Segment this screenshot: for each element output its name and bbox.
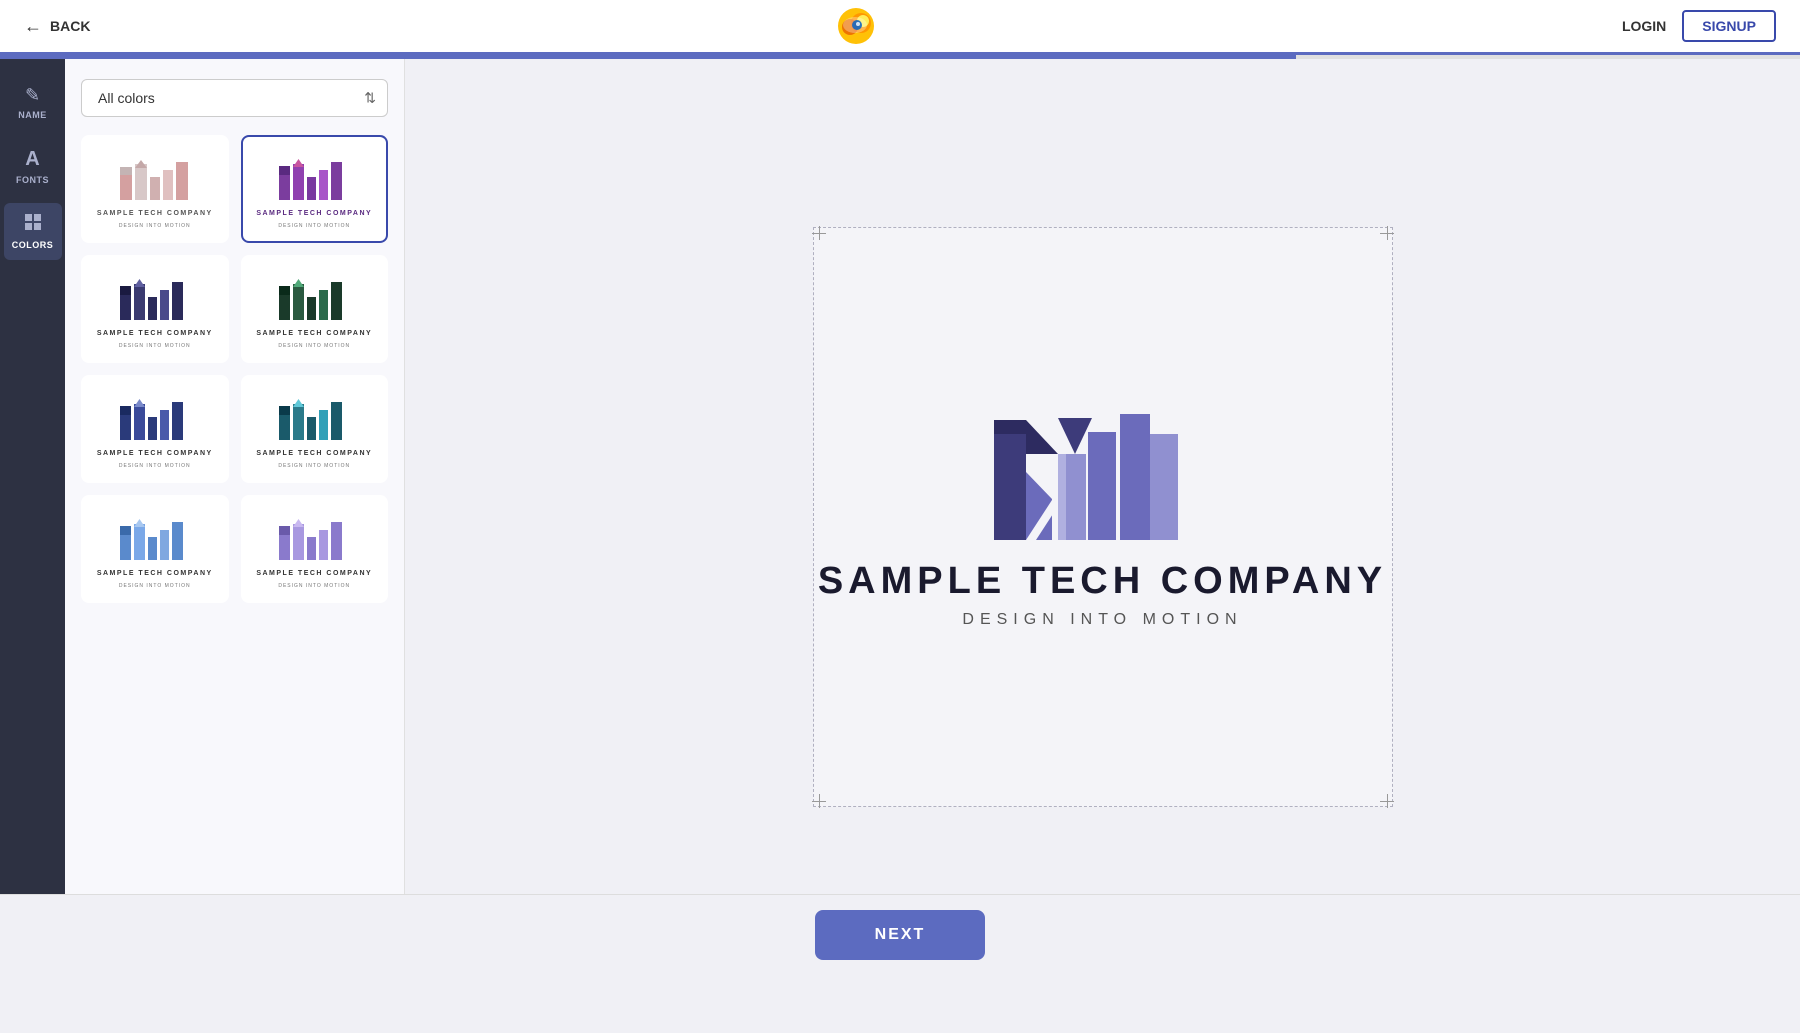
logo-card-7[interactable]: SAMPLE TECH COMPANY DESIGN INTO MOTION: [81, 495, 229, 603]
card-4-name: SAMPLE TECH COMPANY: [256, 330, 372, 337]
logo-icon: [835, 5, 877, 47]
preview-company-name: SAMPLE TECH COMPANY: [818, 560, 1387, 603]
logo-card-8[interactable]: SAMPLE TECH COMPANY DESIGN INTO MOTION: [241, 495, 389, 603]
card-1-name: SAMPLE TECH COMPANY: [97, 210, 213, 217]
corner-tl: [812, 226, 826, 240]
logo-mini-8: [269, 509, 359, 564]
sidebar-item-name[interactable]: ✎ NAME: [4, 75, 62, 130]
card-2-name: SAMPLE TECH COMPANY: [256, 210, 372, 217]
color-filter-select[interactable]: All colors Blue Purple Green Red Teal: [81, 79, 388, 117]
logo-mini-7: [110, 509, 200, 564]
name-icon: ✎: [25, 85, 40, 106]
bottom-bar: NEXT: [0, 894, 1800, 974]
card-3-name: SAMPLE TECH COMPANY: [97, 330, 213, 337]
sidebar-item-fonts-label: FONTS: [16, 175, 49, 185]
left-panel: All colors Blue Purple Green Red Teal: [65, 59, 405, 974]
main-layout: ✎ NAME A FONTS COLORS All colors Blue Pu…: [0, 59, 1800, 974]
logo-card-4[interactable]: SAMPLE TECH COMPANY DESIGN INTO MOTION: [241, 255, 389, 363]
card-3-tagline: DESIGN INTO MOTION: [119, 343, 191, 349]
progress-bar: [0, 55, 1800, 59]
logo-card-5[interactable]: SAMPLE TECH COMPANY DESIGN INTO MOTION: [81, 375, 229, 483]
card-4-tagline: DESIGN INTO MOTION: [278, 343, 350, 349]
logo-mini-1: [110, 149, 200, 204]
next-button[interactable]: NEXT: [815, 910, 986, 960]
logo-grid: SAMPLE TECH COMPANY DESIGN INTO MOTION: [81, 135, 388, 603]
preview-area: SAMPLE TECH COMPANY DESIGN INTO MOTION: [405, 59, 1800, 974]
preview-logo-svg: [992, 404, 1212, 544]
sidebar-item-fonts[interactable]: A FONTS: [4, 138, 62, 195]
logo-mini-6: [269, 389, 359, 444]
app-logo: [835, 5, 877, 47]
logo-card-2[interactable]: SAMPLE TECH COMPANY DESIGN INTO MOTION: [241, 135, 389, 243]
card-8-tagline: DESIGN INTO MOTION: [278, 583, 350, 589]
logo-card-1[interactable]: SAMPLE TECH COMPANY DESIGN INTO MOTION: [81, 135, 229, 243]
login-button[interactable]: LOGIN: [1622, 18, 1666, 34]
logo-mini-4: [269, 269, 359, 324]
logo-card-6[interactable]: SAMPLE TECH COMPANY DESIGN INTO MOTION: [241, 375, 389, 483]
corner-tr: [1380, 226, 1394, 240]
card-1-tagline: DESIGN INTO MOTION: [119, 223, 191, 229]
logo-mini-5: [110, 389, 200, 444]
fonts-icon: A: [25, 148, 39, 171]
preview-canvas: SAMPLE TECH COMPANY DESIGN INTO MOTION: [813, 227, 1393, 807]
back-button[interactable]: ← BACK: [24, 16, 90, 37]
back-label: BACK: [50, 18, 90, 34]
color-filter-wrap: All colors Blue Purple Green Red Teal: [81, 79, 388, 117]
card-6-name: SAMPLE TECH COMPANY: [256, 450, 372, 457]
corner-bl: [812, 794, 826, 808]
signup-button[interactable]: SIGNUP: [1682, 10, 1776, 42]
logo-card-3[interactable]: SAMPLE TECH COMPANY DESIGN INTO MOTION: [81, 255, 229, 363]
sidebar-item-colors-label: COLORS: [12, 240, 54, 250]
sidebar: ✎ NAME A FONTS COLORS: [0, 59, 65, 974]
preview-logo-container: SAMPLE TECH COMPANY DESIGN INTO MOTION: [818, 404, 1387, 629]
preview-tagline: DESIGN INTO MOTION: [962, 611, 1242, 629]
card-5-name: SAMPLE TECH COMPANY: [97, 450, 213, 457]
logo-mini-2: [269, 149, 359, 204]
card-5-tagline: DESIGN INTO MOTION: [119, 463, 191, 469]
sidebar-item-name-label: NAME: [18, 110, 47, 120]
top-nav: ← BACK LOGIN SIGNUP: [0, 0, 1800, 55]
card-7-tagline: DESIGN INTO MOTION: [119, 583, 191, 589]
colors-icon: [24, 213, 42, 236]
nav-auth: LOGIN SIGNUP: [1622, 10, 1776, 42]
card-6-tagline: DESIGN INTO MOTION: [278, 463, 350, 469]
card-7-name: SAMPLE TECH COMPANY: [97, 570, 213, 577]
card-8-name: SAMPLE TECH COMPANY: [256, 570, 372, 577]
sidebar-item-colors[interactable]: COLORS: [4, 203, 62, 260]
corner-br: [1380, 794, 1394, 808]
progress-fill: [0, 55, 1296, 59]
logo-mini-3: [110, 269, 200, 324]
card-2-tagline: DESIGN INTO MOTION: [278, 223, 350, 229]
back-arrow-icon: ←: [24, 16, 42, 37]
